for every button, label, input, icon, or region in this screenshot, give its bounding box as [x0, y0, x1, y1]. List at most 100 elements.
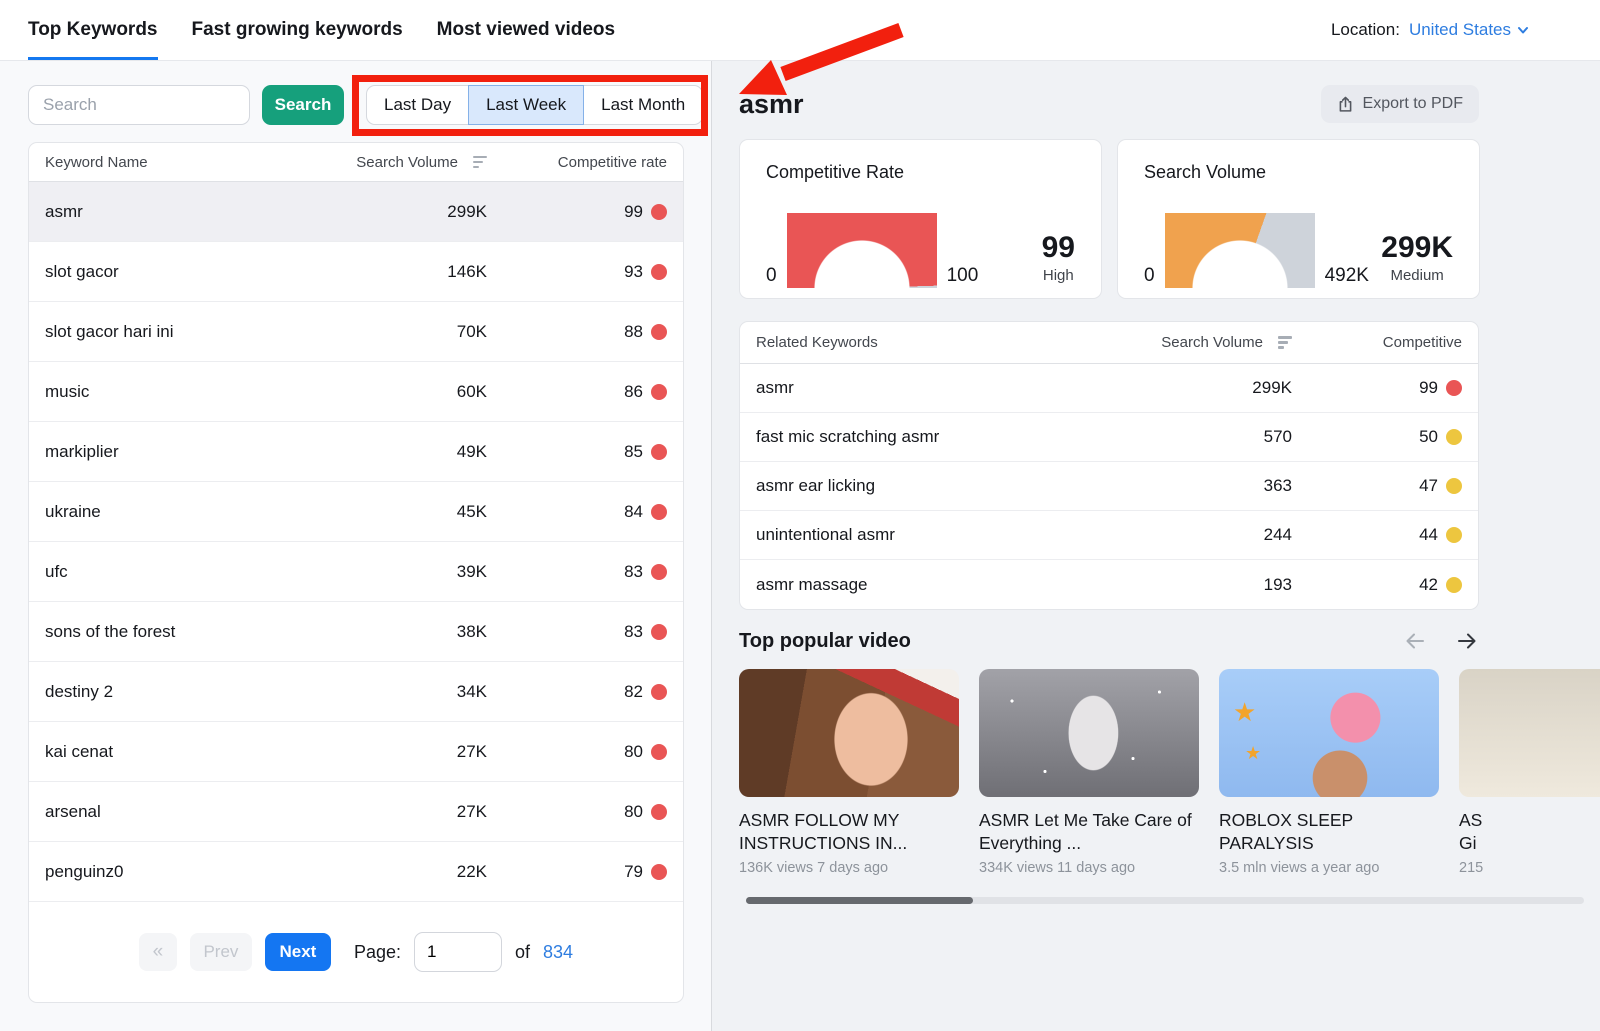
cell-keyword: ufc [45, 562, 327, 582]
related-row[interactable]: asmr massage 193 42 [740, 560, 1478, 609]
page-number-input[interactable] [414, 932, 502, 972]
gauge-level: High [1043, 267, 1074, 284]
keywords-table: Keyword Name Search Volume Competitive r… [28, 142, 684, 1003]
cell-keyword: kai cenat [45, 742, 327, 762]
cell-rate: 86 [487, 382, 667, 402]
related-keywords-table: Related Keywords Search Volume Competiti… [739, 321, 1479, 610]
table-row[interactable]: ufc 39K 83 [29, 542, 683, 602]
cell-volume: 570 [1122, 427, 1292, 447]
rate-value: 80 [624, 802, 643, 822]
filter-last-day[interactable]: Last Day [366, 85, 469, 125]
table-row[interactable]: arsenal 27K 80 [29, 782, 683, 842]
cell-rate: 79 [487, 862, 667, 882]
tab-most-viewed-videos[interactable]: Most viewed videos [437, 0, 615, 60]
location-dropdown[interactable]: United States [1409, 20, 1530, 40]
prev-page-button[interactable]: Prev [190, 933, 252, 971]
sort-icon [473, 156, 487, 169]
table-row[interactable]: slot gacor 146K 93 [29, 242, 683, 302]
rate-dot [651, 204, 667, 220]
keywords-pane: Search Last Day Last Week Last Month Key… [0, 61, 711, 1031]
cell-volume: 38K [327, 622, 487, 642]
cell-rate: 88 [487, 322, 667, 342]
keywords-table-header: Keyword Name Search Volume Competitive r… [29, 143, 683, 182]
table-row[interactable]: sons of the forest 38K 83 [29, 602, 683, 662]
filter-last-week[interactable]: Last Week [468, 85, 584, 125]
related-row[interactable]: fast mic scratching asmr 570 50 [740, 413, 1478, 462]
rate-value: 99 [624, 202, 643, 222]
search-button[interactable]: Search [262, 85, 344, 125]
col-search-volume[interactable]: Search Volume [1122, 334, 1292, 351]
cell-volume: 60K [327, 382, 487, 402]
search-input[interactable] [28, 85, 250, 125]
col-label: Search Volume [1161, 334, 1263, 351]
cell-rate: 80 [487, 802, 667, 822]
tab-fast-growing-keywords[interactable]: Fast growing keywords [192, 0, 403, 60]
related-table-header: Related Keywords Search Volume Competiti… [740, 322, 1478, 364]
gauge-cards: Competitive Rate 0 100 99 High Search Vo… [739, 139, 1480, 299]
rate-dot [1446, 577, 1462, 593]
table-row[interactable]: music 60K 86 [29, 362, 683, 422]
location-label: Location: [1331, 20, 1400, 40]
related-row[interactable]: unintentional asmr 244 44 [740, 511, 1478, 560]
rate-dot [651, 444, 667, 460]
related-row[interactable]: asmr ear licking 363 47 [740, 462, 1478, 511]
total-pages-link[interactable]: 834 [543, 942, 573, 963]
col-competitive: Competitive [1292, 334, 1462, 351]
video-thumbnail[interactable] [1459, 669, 1600, 797]
video-title[interactable]: ASMR Let Me Take Care of Everything ... [979, 809, 1199, 855]
cell-keyword: destiny 2 [45, 682, 327, 702]
first-page-button[interactable]: « [139, 933, 177, 971]
cell-rate: 50 [1292, 427, 1462, 447]
keyword-detail-pane: asmr Export to PDF Competitive Rate 0 10… [711, 61, 1600, 1031]
cell-rate: 85 [487, 442, 667, 462]
tab-top-keywords[interactable]: Top Keywords [28, 0, 158, 60]
video-thumbnail[interactable] [739, 669, 959, 797]
rate-value: 79 [624, 862, 643, 882]
pagination: « Prev Next Page: of 834 [29, 902, 683, 1002]
col-search-volume[interactable]: Search Volume [327, 154, 487, 171]
table-row[interactable]: asmr 299K 99 [29, 182, 683, 242]
filter-last-month[interactable]: Last Month [583, 85, 703, 125]
gauge-level: Medium [1390, 267, 1443, 284]
video-thumbnail[interactable] [979, 669, 1199, 797]
cell-rate: 83 [487, 562, 667, 582]
chevron-down-icon [1516, 23, 1530, 37]
rate-dot [651, 504, 667, 520]
table-row[interactable]: markiplier 49K 85 [29, 422, 683, 482]
table-row[interactable]: slot gacor hari ini 70K 88 [29, 302, 683, 362]
col-related-keywords: Related Keywords [756, 334, 1122, 351]
cell-volume: 299K [1122, 378, 1292, 398]
video-thumbnail[interactable]: ★ ★ [1219, 669, 1439, 797]
video-carousel: ASMR FOLLOW MY INSTRUCTIONS IN... 136K v… [739, 669, 1600, 876]
location-selector: Location: United States [1331, 0, 1530, 60]
horizontal-scrollbar-thumb[interactable] [746, 897, 973, 904]
gauge-row: 0 492K 299K Medium [1144, 213, 1453, 288]
table-row[interactable]: kai cenat 27K 80 [29, 722, 683, 782]
rate-value: 44 [1419, 525, 1438, 545]
video-title[interactable]: ROBLOX SLEEP PARALYSIS [1219, 809, 1439, 855]
cell-rate: 83 [487, 622, 667, 642]
location-value: United States [1409, 20, 1511, 40]
rate-value: 42 [1419, 575, 1438, 595]
horizontal-scrollbar-track [746, 897, 1584, 904]
video-title[interactable]: ASMR FOLLOW MY INSTRUCTIONS IN... [739, 809, 959, 855]
cell-keyword: fast mic scratching asmr [756, 427, 1122, 447]
video-title[interactable]: AS Gi [1459, 809, 1600, 855]
cell-volume: 22K [327, 862, 487, 882]
export-to-pdf-button[interactable]: Export to PDF [1321, 85, 1479, 123]
table-row[interactable]: penguinz0 22K 79 [29, 842, 683, 902]
rate-value: 84 [624, 502, 643, 522]
cell-volume: 299K [327, 202, 487, 222]
table-row[interactable]: destiny 2 34K 82 [29, 662, 683, 722]
gauge-value-block: 299K Medium [1381, 231, 1453, 288]
time-filter-group: Last Day Last Week Last Month [366, 85, 703, 125]
rate-value: 99 [1419, 378, 1438, 398]
cell-rate: 99 [487, 202, 667, 222]
related-row[interactable]: asmr 299K 99 [740, 364, 1478, 413]
video-card: ASMR Let Me Take Care of Everything ... … [979, 669, 1199, 876]
carousel-next-icon[interactable] [1455, 629, 1479, 653]
cell-rate: 44 [1292, 525, 1462, 545]
carousel-prev-icon[interactable] [1403, 629, 1427, 653]
next-page-button[interactable]: Next [265, 933, 331, 971]
table-row[interactable]: ukraine 45K 84 [29, 482, 683, 542]
